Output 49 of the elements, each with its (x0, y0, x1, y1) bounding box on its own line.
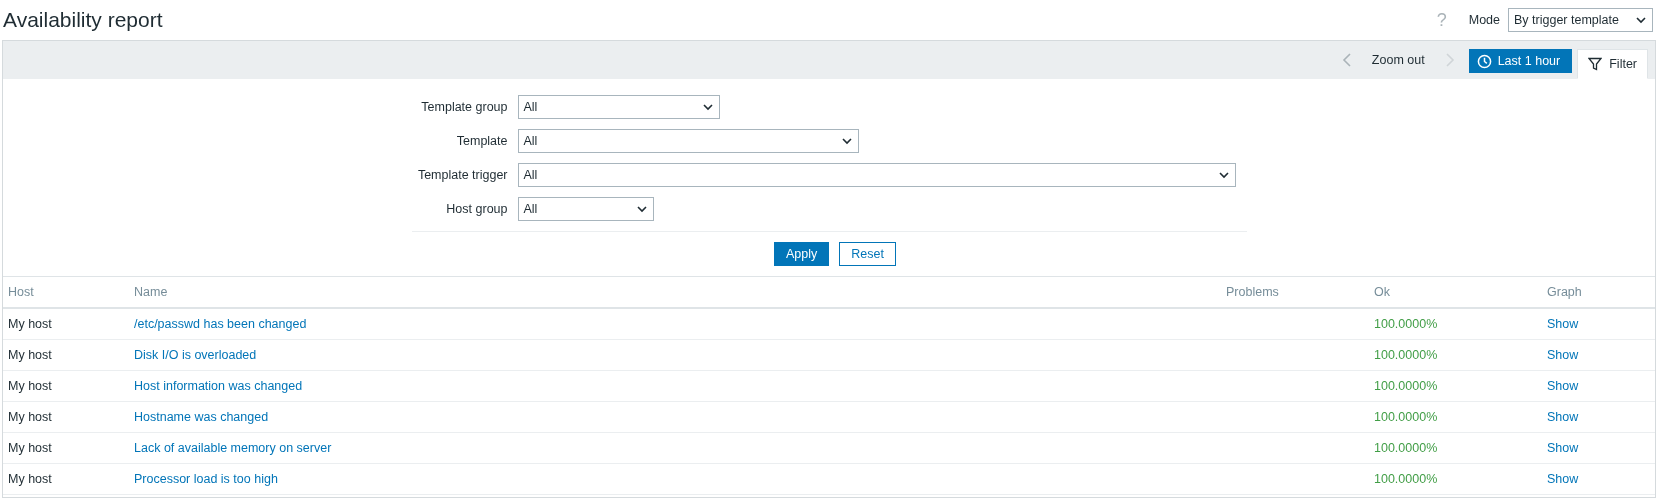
mode-select[interactable]: By trigger template (1508, 8, 1653, 32)
show-graph-link[interactable]: Show (1547, 441, 1579, 455)
filter-label: Template trigger (416, 168, 508, 182)
time-period-button[interactable]: Last 1 hour (1468, 49, 1573, 73)
filter-tab[interactable]: Filter (1577, 49, 1648, 79)
trigger-link[interactable]: Hostname was changed (134, 410, 269, 424)
trigger-link[interactable]: Lack of available memory on server (134, 441, 332, 455)
show-graph-link[interactable]: Show (1547, 410, 1579, 424)
apply-button[interactable]: Apply (774, 242, 830, 266)
show-graph-link[interactable]: Show (1547, 317, 1579, 331)
ok-percentage: 100.0000% (1374, 472, 1438, 486)
filter-select[interactable]: All (517, 95, 720, 119)
show-graph-link[interactable]: Show (1547, 379, 1579, 393)
page-title: Availability report (3, 8, 163, 32)
show-graph-link[interactable]: Show (1547, 472, 1579, 486)
ok-percentage: 100.0000% (1374, 379, 1438, 393)
filter-select[interactable]: All (517, 163, 1236, 187)
ok-percentage: 100.0000% (1374, 348, 1438, 362)
next-icon[interactable] (1444, 52, 1455, 68)
clock-icon (1476, 53, 1492, 69)
column-header: Graph (1547, 285, 1582, 299)
ok-percentage: 100.0000% (1374, 317, 1438, 331)
funnel-icon (1588, 57, 1603, 71)
trigger-link[interactable]: Host information was changed (134, 379, 303, 393)
ok-percentage: 100.0000% (1374, 410, 1438, 424)
host-cell: My host (8, 348, 52, 362)
host-cell: My host (8, 410, 52, 424)
host-cell: My host (8, 379, 52, 393)
trigger-link[interactable]: Processor load is too high (134, 472, 278, 486)
column-header: Ok (1374, 285, 1390, 299)
reset-button[interactable]: Reset (839, 242, 896, 266)
host-cell: My host (8, 472, 52, 486)
trigger-link[interactable]: /etc/passwd has been changed (134, 317, 307, 331)
previous-icon[interactable] (1341, 52, 1352, 68)
filter-label: Host group (445, 202, 508, 216)
zoom-out-button[interactable]: Zoom out (1371, 53, 1425, 67)
trigger-link[interactable]: Disk I/O is overloaded (134, 348, 257, 362)
mode-label: Mode (1468, 13, 1500, 27)
ok-percentage: 100.0000% (1374, 441, 1438, 455)
filter-label: Template group (420, 100, 508, 114)
show-graph-link[interactable]: Show (1547, 348, 1579, 362)
filter-label: Template (455, 134, 508, 148)
column-header: Problems (1226, 285, 1279, 299)
host-cell: My host (8, 441, 52, 455)
host-cell: My host (8, 317, 52, 331)
filter-select[interactable]: All (517, 197, 654, 221)
column-header: Host (8, 285, 34, 299)
filter-select[interactable]: All (517, 129, 859, 153)
column-header: Name (134, 285, 168, 299)
